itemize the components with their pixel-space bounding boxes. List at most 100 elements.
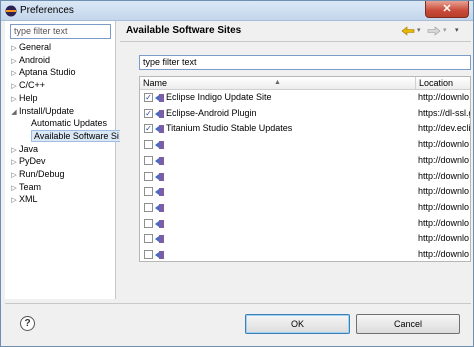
site-enabled-checkbox[interactable] (144, 140, 153, 150)
tree-item[interactable]: ▷ Java (9, 143, 38, 155)
site-location: http://downlo (418, 170, 470, 181)
tree-item[interactable]: ▷ Android (9, 54, 50, 66)
update-site-icon (155, 125, 164, 134)
tree-item[interactable]: ▷ Team (9, 181, 41, 193)
button-bar-divider (5, 303, 471, 304)
table-header: Name ▲ Location (140, 77, 470, 90)
update-site-icon (155, 109, 164, 118)
forward-menu-chevron-down-icon[interactable]: ▾ (443, 26, 447, 34)
site-location: http://dev.eclip (418, 123, 471, 134)
eclipse-icon (5, 5, 17, 17)
tree-item-label: Run/Debug (19, 169, 65, 179)
site-location: https://dl-ssl.g (418, 107, 471, 118)
tree-item-label: XML (19, 194, 38, 205)
tree-item[interactable]: Available Software Si (31, 129, 122, 142)
tree-item[interactable]: ▷ General (9, 41, 51, 53)
table-row[interactable]: ✓ Titanium Studio Stable Updates http://de… (140, 122, 471, 135)
update-site-icon (155, 141, 164, 150)
back-menu-chevron-down-icon[interactable]: ▾ (417, 26, 421, 34)
update-site-icon (155, 235, 164, 244)
update-site-icon (155, 188, 164, 197)
ok-button[interactable]: OK (245, 314, 350, 334)
update-site-icon (155, 219, 164, 228)
tree-item-label: Aptana Studio (19, 67, 76, 78)
forward-arrow-icon[interactable] (427, 26, 441, 36)
table-row[interactable]: http://downlo (140, 170, 470, 183)
table-row[interactable]: http://downlo (140, 185, 470, 198)
site-enabled-checkbox[interactable] (144, 234, 153, 244)
tree-item[interactable]: ▷ C/C++ (9, 79, 45, 91)
site-enabled-checkbox[interactable] (144, 187, 153, 197)
tree-item-label: Android (19, 54, 51, 65)
update-site-icon (155, 251, 164, 259)
site-enabled-checkbox[interactable]: ✓ (144, 108, 153, 118)
site-location: http://downlo (418, 201, 470, 212)
tree-filter-input[interactable]: type filter text (10, 24, 111, 39)
site-enabled-checkbox[interactable]: ✓ (144, 93, 153, 102)
update-site-icon (155, 94, 164, 102)
tree-item-label: Help (19, 92, 38, 103)
sites-table: Name ▲ Location ✓ Eclipse Indigo Update S… (139, 76, 471, 262)
tree-item-label: Java (19, 143, 39, 154)
table-row[interactable]: http://downlo (140, 217, 470, 230)
tree-item[interactable]: ▷ Run/Debug (9, 168, 65, 180)
table-row[interactable]: http://downlo (140, 138, 470, 151)
table-row[interactable]: http://downlo (140, 232, 470, 245)
dialog-content: type filter text ▷ General ▷ Android ▷ Aptana… (3, 21, 471, 346)
update-site-icon (155, 156, 164, 165)
table-row[interactable]: http://downlo (140, 154, 470, 167)
tree-item[interactable]: ▷ XML (9, 193, 38, 207)
close-button[interactable]: ✕ (425, 1, 469, 18)
tree-item[interactable]: ◢ Install/Update (9, 105, 74, 117)
collapsed-arrow-icon[interactable]: ▷ (9, 195, 19, 207)
tree-item[interactable]: ▷ PyDev (9, 155, 46, 167)
table-row[interactable]: ✓ Eclipse Indigo Update Site http://downlo (140, 91, 470, 104)
site-enabled-checkbox[interactable] (144, 171, 153, 181)
help-button[interactable]: ? (20, 316, 35, 331)
site-enabled-checkbox[interactable] (144, 250, 153, 259)
sites-filter-input[interactable]: type filter text (139, 55, 471, 70)
site-location: http://downlo (418, 92, 470, 102)
site-name: Titanium Studio Stable Updates (166, 123, 293, 134)
preference-page: Available Software Sites ▾ ▾ ▾ type filt… (120, 21, 471, 299)
site-location: http://downlo (418, 154, 470, 165)
site-enabled-checkbox[interactable]: ✓ (144, 124, 153, 134)
view-menu-chevron-down-icon[interactable]: ▾ (455, 26, 459, 34)
sort-caret-icon: ▲ (274, 79, 281, 86)
tree-item-label: PyDev (19, 156, 46, 167)
page-title: Available Software Sites (126, 25, 242, 36)
cancel-button[interactable]: Cancel (356, 314, 460, 334)
tree-item-label: Install/Update (19, 105, 75, 116)
page-nav-buttons: ▾ ▾ ▾ (401, 25, 465, 37)
tree-item-label: Available Software Si (31, 129, 122, 142)
site-enabled-checkbox[interactable] (144, 218, 153, 228)
tree-item-label: C/C++ (19, 80, 46, 91)
tree-item[interactable]: Automatic Updates (31, 117, 107, 129)
header-divider (120, 41, 471, 42)
back-arrow-icon[interactable] (401, 26, 415, 36)
table-row[interactable]: http://downlo (140, 201, 470, 214)
title-bar[interactable]: Preferences ✕ (1, 1, 473, 21)
tree-item[interactable]: ▷ Aptana Studio (9, 66, 76, 78)
preferences-window: Preferences ✕ type filter text ▷ General ▷… (0, 0, 474, 347)
tree-item[interactable]: ▷ Help (9, 92, 38, 104)
site-location: http://downlo (418, 186, 470, 197)
tree-item-label: Automatic Updates (31, 118, 108, 129)
site-name: Eclipse Indigo Update Site (166, 92, 272, 102)
window-title: Preferences (20, 5, 74, 16)
site-name: Eclipse-Android Plugin (166, 107, 257, 118)
site-location: http://downlo (418, 139, 470, 150)
column-header-name[interactable]: Name ▲ (140, 77, 416, 90)
site-enabled-checkbox[interactable] (144, 155, 153, 165)
site-enabled-checkbox[interactable] (144, 202, 153, 212)
expanded-arrow-icon[interactable]: ◢ (9, 107, 19, 119)
table-row[interactable]: ✓ Eclipse-Android Plugin https://dl-ssl.g (140, 107, 471, 120)
column-header-location[interactable]: Location (416, 77, 470, 90)
update-site-icon (155, 172, 164, 181)
preference-tree-pane: type filter text ▷ General ▷ Android ▷ Aptana… (5, 21, 122, 299)
site-location: http://downlo (418, 233, 470, 244)
column-name-label: Name (143, 78, 168, 88)
update-site-icon (155, 203, 164, 212)
tree-item-label: Team (19, 181, 42, 192)
table-row[interactable]: http://downlo (140, 248, 470, 261)
